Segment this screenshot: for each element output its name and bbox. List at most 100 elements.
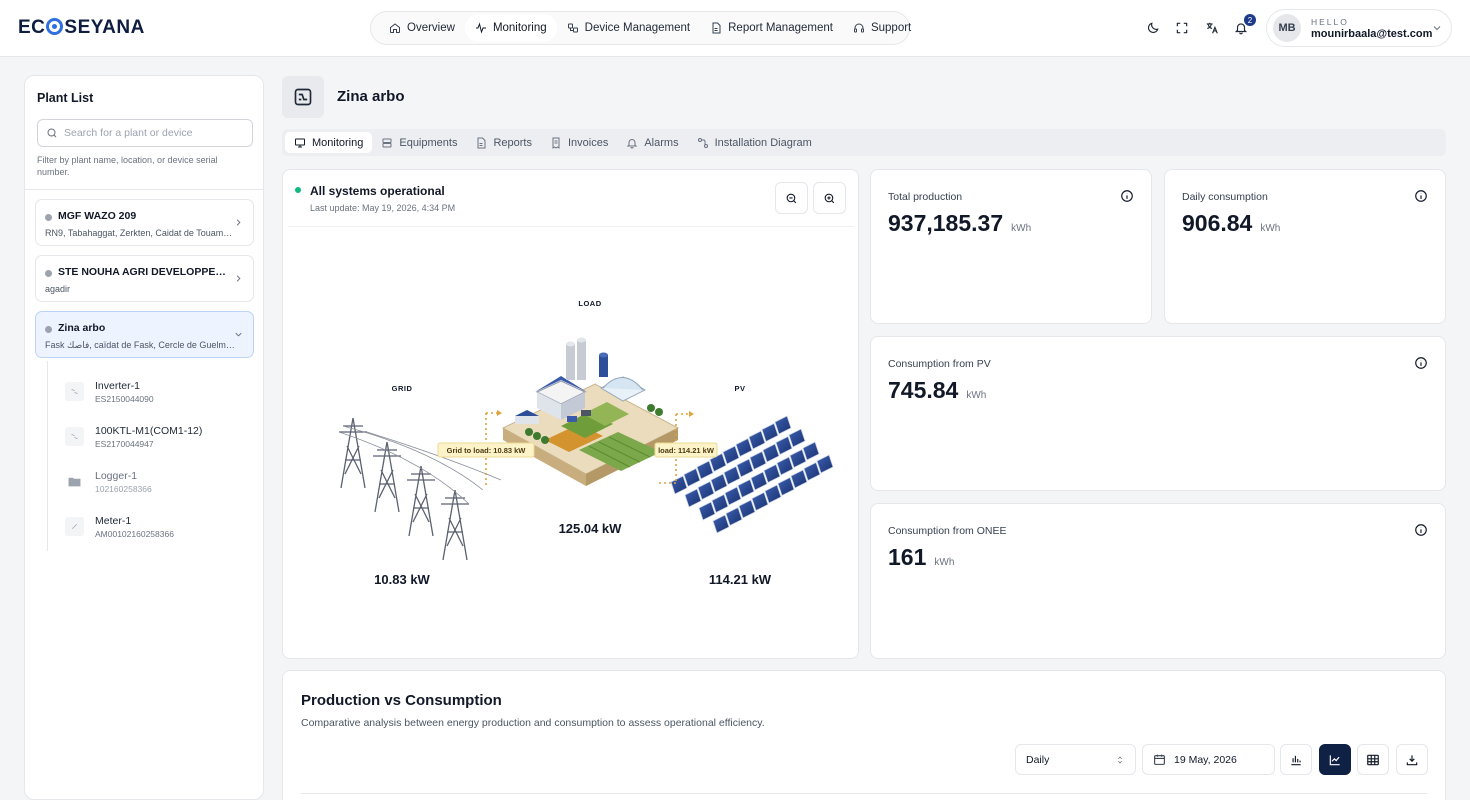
nav-monitoring[interactable]: Monitoring — [464, 14, 557, 42]
user-menu[interactable]: MB HELLO mounirbaala@test.com — [1266, 9, 1452, 47]
solar-panel — [802, 441, 820, 461]
search-icon — [47, 128, 57, 138]
search-hint: Filter by plant name, location, or devic… — [37, 155, 218, 177]
solar-panel — [775, 436, 793, 455]
kpi-unit: kWh — [966, 390, 987, 401]
energy-flow-panel: All systems operational Last update: May… — [282, 169, 859, 659]
nav-support[interactable]: Support — [843, 14, 921, 42]
plant-diagram-icon — [294, 88, 312, 106]
device-serial: ES2170044947 — [95, 439, 154, 449]
kpi-value: 937,185.37 kWh — [888, 210, 1032, 236]
solar-panel — [762, 443, 780, 463]
bar-chart-icon — [1291, 755, 1301, 765]
devices-icon — [567, 23, 578, 33]
plant-list-panel: Plant List Filter by plant name, locatio… — [24, 75, 264, 800]
info-icon[interactable] — [1414, 523, 1428, 537]
tab-invoices[interactable]: Invoices — [541, 132, 617, 153]
tab-equipments[interactable]: Equipments — [372, 132, 466, 153]
diagram-icon — [697, 137, 708, 148]
inverter-icon — [65, 427, 84, 446]
device-item-meter-1[interactable]: Meter-1 AM00102160258366 — [65, 513, 245, 549]
fullscreen-button[interactable] — [1171, 17, 1193, 39]
plant-item-ste-nouha[interactable]: STE NOUHA AGRI DEVELOPPEMENT agadir — [35, 255, 254, 302]
device-item-inverter-1[interactable]: Inverter-1 ES2150044090 — [65, 378, 245, 414]
load-power: 125.04 kW — [559, 521, 623, 536]
grid-flow-label: Grid to load: 10.83 kW — [447, 446, 527, 455]
solar-panel — [712, 514, 730, 534]
date-picker[interactable]: 19 May, 2026 — [1142, 744, 1275, 775]
device-serial: 102160258366 — [95, 484, 152, 494]
plant-search[interactable] — [37, 119, 253, 147]
solar-panel — [698, 501, 716, 521]
device-item-logger-1[interactable]: Logger-1 102160258366 — [65, 468, 245, 504]
section-title: Production vs Consumption — [301, 692, 502, 709]
search-input[interactable] — [64, 127, 244, 139]
solar-panel — [763, 464, 781, 483]
plant-name: Zina arbo — [58, 322, 106, 334]
folder-icon — [65, 472, 84, 491]
download-button[interactable] — [1396, 744, 1428, 775]
tab-installation-diagram[interactable]: Installation Diagram — [688, 132, 821, 153]
period-select[interactable]: Daily — [1015, 744, 1136, 775]
table-view-button[interactable] — [1357, 744, 1389, 775]
kpi-value: 906.84 kWh — [1182, 210, 1281, 236]
pv-power: 114.21 kW — [709, 572, 772, 587]
kpi-unit: kWh — [934, 557, 955, 568]
solar-panel — [738, 499, 756, 519]
solar-panel — [735, 438, 753, 457]
inverter-icon — [65, 382, 84, 401]
flow-arrow-icon — [689, 411, 694, 417]
device-item-100ktl[interactable]: 100KTL-M1(COM1-12) ES2170044947 — [65, 423, 245, 459]
solar-panel — [776, 456, 794, 476]
chevron-right-icon — [236, 275, 241, 282]
plant-name: STE NOUHA AGRI DEVELOPPEMENT — [58, 266, 233, 278]
kpi-label: Daily consumption — [1182, 191, 1268, 203]
line-chart-view-button[interactable] — [1319, 744, 1351, 775]
language-button[interactable] — [1201, 17, 1223, 39]
tab-reports[interactable]: Reports — [466, 132, 541, 153]
file-icon — [712, 22, 721, 34]
plant-icon — [282, 76, 324, 118]
production-vs-consumption-card: Production vs Consumption Comparative an… — [282, 670, 1446, 800]
solar-panel — [737, 479, 755, 498]
device-name: 100KTL-M1(COM1-12) — [95, 425, 203, 437]
plant-tabs: Monitoring Equipments Reports Invoices A… — [282, 129, 1446, 156]
solar-panel — [710, 473, 728, 493]
chevron-updown-icon — [1118, 756, 1122, 764]
home-icon — [390, 23, 400, 33]
plant-item-zina-arbo[interactable]: Zina arbo Fask فاصك, caïdat de Fask, Cer… — [35, 311, 254, 358]
info-icon[interactable] — [1414, 189, 1428, 203]
logo-text-left: EC — [18, 17, 46, 38]
kpi-consumption-from-onee: Consumption from ONEE 161 kWh — [870, 503, 1446, 659]
activity-icon — [475, 22, 486, 34]
moon-icon — [1148, 22, 1159, 33]
line-chart-icon — [1329, 754, 1340, 765]
user-greeting: HELLO — [1311, 16, 1349, 27]
tab-monitoring[interactable]: Monitoring — [285, 132, 373, 153]
nav-report-management[interactable]: Report Management — [700, 14, 843, 42]
solar-panel — [722, 445, 740, 465]
tab-alarms[interactable]: Alarms — [617, 132, 687, 153]
app-logo[interactable]: EC SEYANA — [18, 17, 145, 39]
invoice-icon — [552, 137, 560, 149]
kpi-unit: kWh — [1260, 223, 1281, 234]
info-icon[interactable] — [1120, 189, 1134, 203]
device-name: Logger-1 — [95, 470, 138, 482]
solar-panel — [816, 454, 834, 474]
energy-flow-diagram: LOAD GRID PV Grid to load: 10.83 kW load… — [338, 299, 834, 587]
theme-toggle-button[interactable] — [1142, 17, 1164, 39]
user-email: mounirbaala@test.com — [1311, 27, 1433, 40]
plant-status-dot — [45, 214, 52, 221]
solar-panel — [723, 466, 741, 485]
chevron-down-icon — [235, 332, 242, 337]
device-name: Meter-1 — [95, 515, 132, 527]
grid-label: GRID — [392, 384, 413, 393]
solar-panel — [683, 468, 701, 487]
nav-overview[interactable]: Overview — [379, 14, 465, 42]
nav-device-management[interactable]: Device Management — [557, 14, 700, 42]
plant-item-mgf-wazo[interactable]: MGF WAZO 209 RN9, Tabahaggat, Zerkten, C… — [35, 199, 254, 246]
info-icon[interactable] — [1414, 356, 1428, 370]
solar-panel — [750, 471, 768, 491]
solar-panel — [724, 486, 742, 506]
bar-chart-view-button[interactable] — [1280, 744, 1312, 775]
